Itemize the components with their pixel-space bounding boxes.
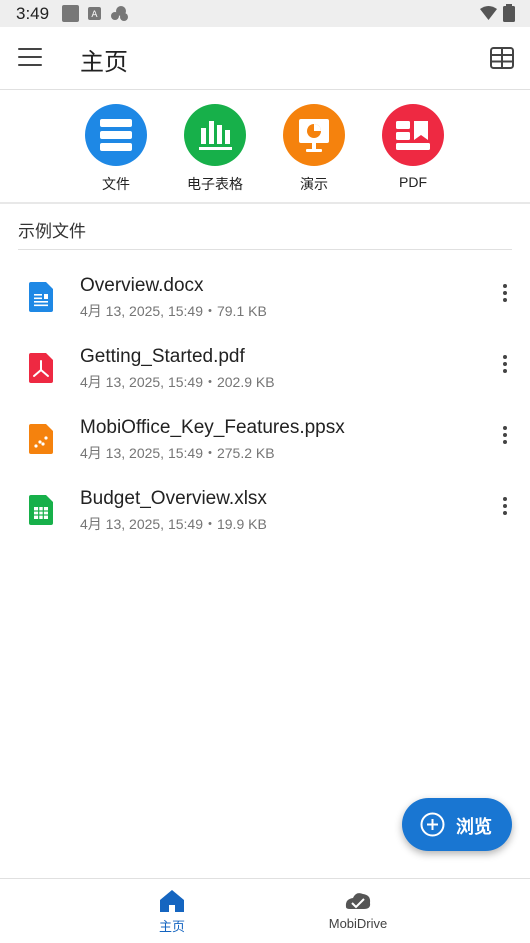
file-list-item[interactable]: MobiOffice_Key_Features.ppsx 4月 13, 2025… [0,412,530,478]
file-meta: 4月 13, 2025, 15:49・275.2 KB [80,445,275,461]
pdf-icon [382,104,444,166]
more-options-icon[interactable] [495,282,515,308]
word-doc-icon [29,282,53,312]
battery-icon [503,4,515,22]
grid-view-icon[interactable] [489,45,515,71]
document-stack-icon [85,104,147,166]
section-title: 示例文件 [18,222,86,241]
more-options-icon[interactable] [495,353,515,379]
file-list-item[interactable]: Budget_Overview.xlsx 4月 13, 2025, 15:49・… [0,483,530,549]
nav-item-mobidrive[interactable]: MobiDrive [288,879,428,943]
nav-label: MobiDrive [328,916,388,931]
slides-file-icon [29,424,53,454]
notification-square-icon [62,5,79,22]
browse-button[interactable]: 浏览 [402,798,512,851]
status-time: 3:49 [16,4,50,23]
file-meta: 4月 13, 2025, 15:49・79.1 KB [80,303,267,319]
quick-action-spreadsheets[interactable]: 电子表格 [165,104,265,194]
status-bar: 3:49 A [0,0,530,27]
bottom-navigation: 主页 MobiDrive [0,878,530,943]
menu-icon[interactable] [18,46,44,68]
browse-button-label: 浏览 [456,817,492,837]
cloud-icon [111,6,128,21]
section-underline [18,249,512,250]
file-meta: 4月 13, 2025, 15:49・202.9 KB [80,374,275,390]
quick-action-files[interactable]: 文件 [66,104,166,194]
quick-action-label: 演示 [300,176,328,192]
nav-label: 主页 [158,919,185,934]
quick-action-label: 文件 [102,176,130,192]
page-title: 主页 [80,49,128,76]
mobidrive-cloud-icon [345,893,371,909]
section-divider [0,202,530,204]
nav-item-home[interactable]: 主页 [102,879,242,943]
file-list-item[interactable]: Getting_Started.pdf 4月 13, 2025, 15:49・2… [0,341,530,407]
file-name: Overview.docx [80,275,204,296]
quick-action-presentations[interactable]: 演示 [264,104,364,194]
app-bar: 主页 [0,27,530,90]
sheet-file-icon [29,495,53,525]
wifi-icon [480,6,497,20]
file-meta: 4月 13, 2025, 15:49・19.9 KB [80,516,267,532]
bar-chart-icon [184,104,246,166]
file-name: Budget_Overview.xlsx [80,488,267,509]
add-circle-icon [420,812,445,837]
keyboard-a-icon: A [88,7,101,20]
more-options-icon[interactable] [495,424,515,450]
home-icon [160,890,184,912]
quick-action-label: 电子表格 [187,176,243,192]
file-list-item[interactable]: Overview.docx 4月 13, 2025, 15:49・79.1 KB [0,270,530,336]
more-options-icon[interactable] [495,495,515,521]
pdf-file-icon [29,353,53,383]
file-name: Getting_Started.pdf [80,346,245,367]
quick-action-label: PDF [399,174,427,190]
file-name: MobiOffice_Key_Features.ppsx [80,417,345,438]
presentation-icon [283,104,345,166]
quick-action-pdf[interactable]: PDF [363,104,463,190]
svg-text:A: A [91,10,98,20]
